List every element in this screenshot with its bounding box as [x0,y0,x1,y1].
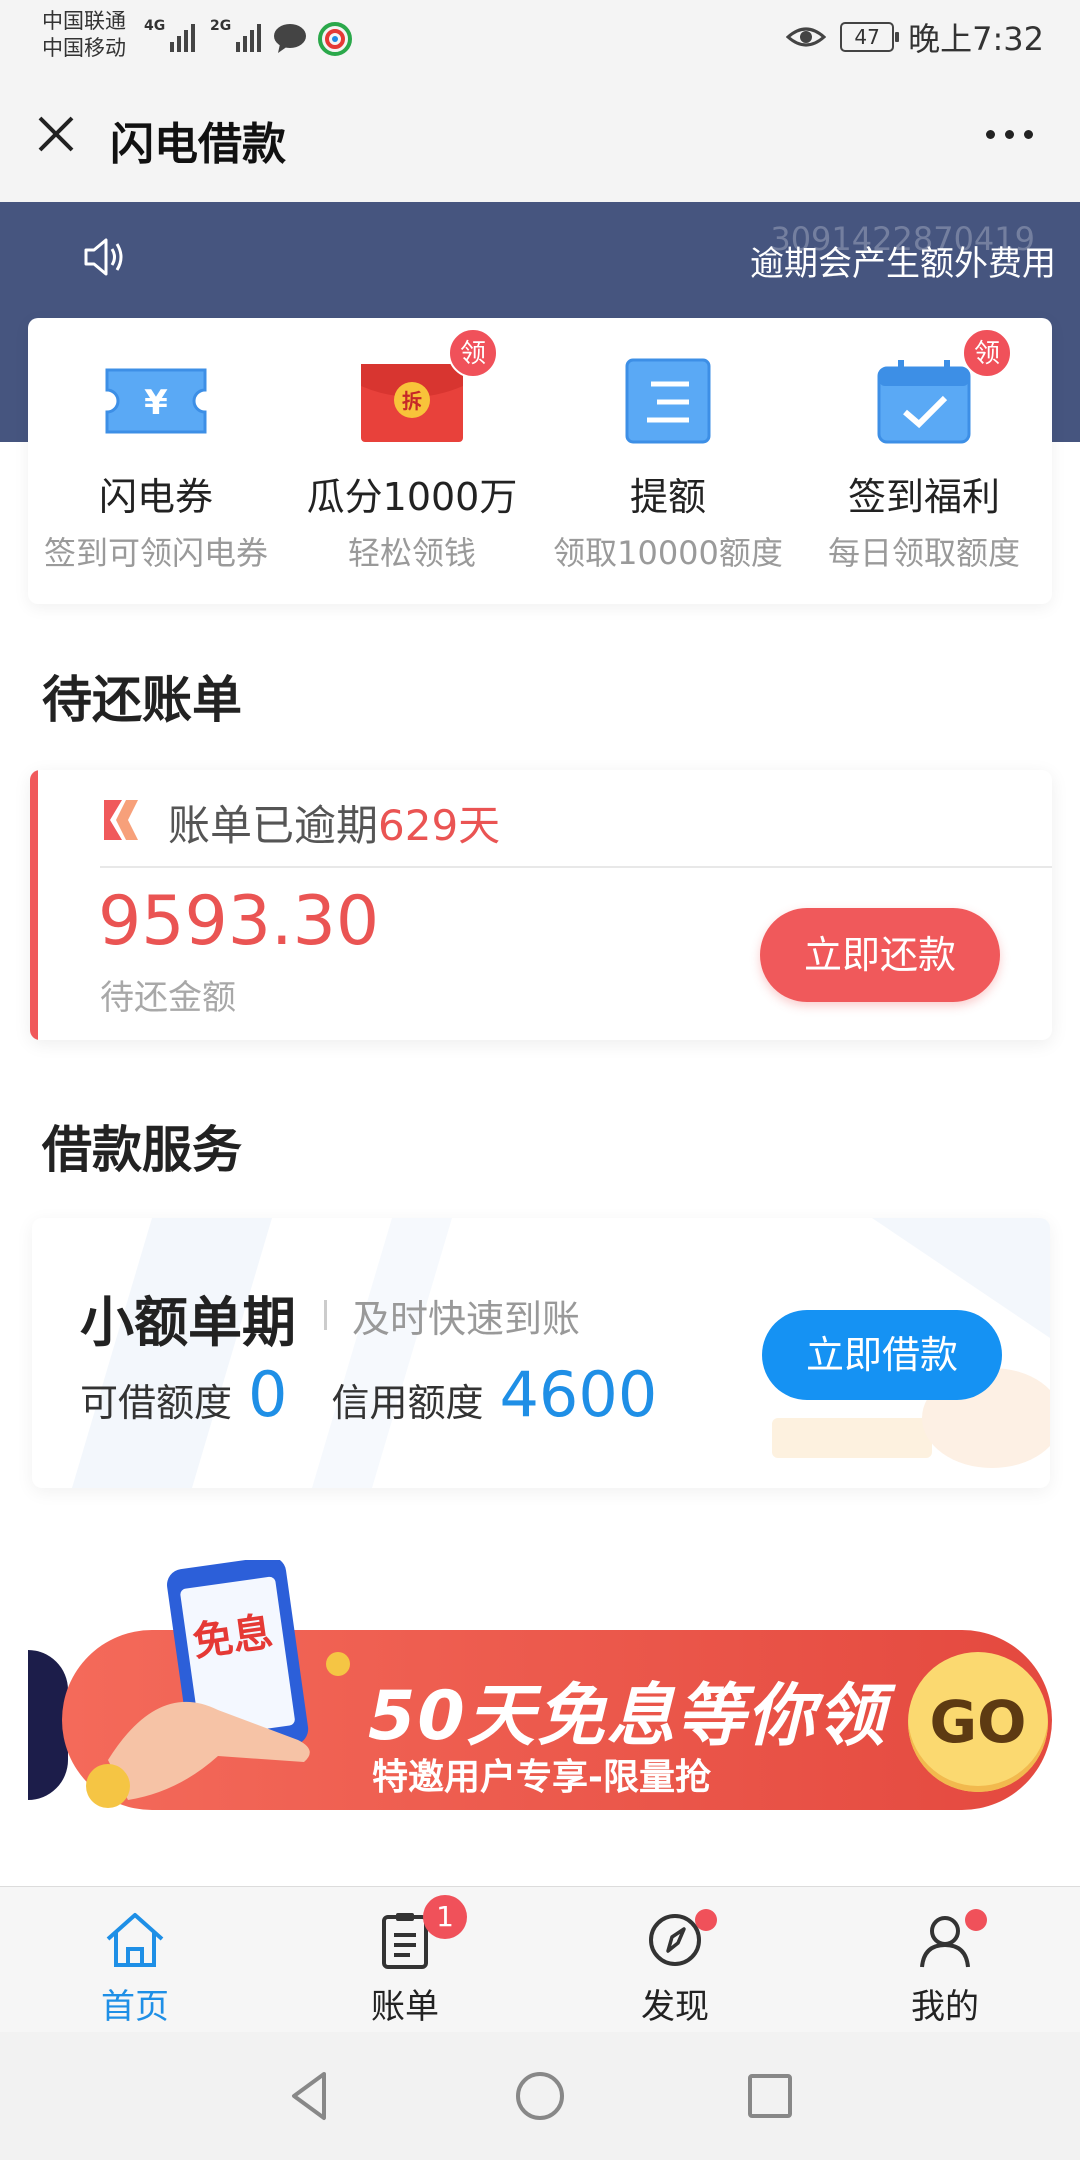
quick-entry-title: 提额 [629,475,706,519]
more-dot-icon [985,129,995,139]
ticket-icon: ¥ [105,368,207,434]
limits-row: 可借额度 0 信用额度 4600 [80,1358,657,1431]
svg-text:¥: ¥ [144,383,168,423]
due-amount: 9593.30 [98,882,380,961]
bill-status: 账单已逾期629天 [168,792,500,853]
claim-badge: 领 [448,328,498,378]
more-options-button[interactable] [974,104,1044,164]
quick-entry-share[interactable]: 拆 领 瓜分1000万 轻松领钱 [284,318,540,604]
close-icon[interactable] [26,104,86,164]
bill-card[interactable]: 账单已逾期629天 9593.30 待还金额 立即还款 [30,770,1052,1040]
tab-label: 发现 [641,1987,709,2027]
credit-limit-label: 信用额度 [331,1381,484,1425]
red-envelope-icon: 拆 [361,364,463,442]
page-title: 闪电借款 [110,119,286,170]
overdue-stripe [30,770,38,1040]
go-button[interactable]: GO [908,1652,1048,1792]
credit-limit-value: 4600 [499,1358,658,1431]
document-icon [625,358,711,444]
app-notification-icon [318,22,352,56]
tab-label: 账单 [371,1987,439,2027]
brand-logo-icon [104,800,138,840]
carrier-1: 中国联通 [42,9,126,33]
home-icon [106,1913,164,1967]
eye-icon [786,27,827,47]
quick-entry-subtitle: 每日领取额度 [827,534,1020,572]
battery-icon: 47 [840,22,900,52]
repay-now-button[interactable]: 立即还款 [760,908,1000,1002]
bottom-tab-bar: 首页 1 账单 发现 我的 [0,1886,1080,2032]
tab-bills[interactable]: 1 账单 [270,1887,540,2032]
quick-entry-title: 闪电券 [98,475,213,519]
quick-entry-coupon[interactable]: ¥ 闪电券 签到可领闪电券 [28,318,284,604]
quick-entry-subtitle: 领取10000额度 [553,534,783,572]
product-tag: 及时快速到账 [352,1297,581,1341]
separator [324,1300,327,1330]
tab-me[interactable]: 我的 [810,1887,1080,2032]
due-amount-label: 待还金额 [100,978,236,1018]
home-circle-icon[interactable] [510,2066,570,2126]
system-nav-bar [0,2032,1080,2160]
quick-entry-title: 签到福利 [847,475,1000,519]
quick-entry-subtitle: 轻松领钱 [347,534,476,572]
network-type-2: 2G [210,18,232,34]
network-type-1: 4G [144,18,166,34]
promo-banner[interactable]: 免息 50天免息等你领 特邀用户专享-限量抢 GO [28,1560,1052,1810]
banner-headline: 50天免息等你领 [368,1677,887,1756]
notice-text: 逾期会产生额外费用 [750,244,1056,284]
available-limit-value: 0 [248,1358,288,1431]
quick-entry-title: 瓜分1000万 [306,475,518,519]
claim-badge: 领 [962,328,1012,378]
tab-label: 首页 [101,1987,169,2027]
more-dot-icon [1023,129,1033,139]
signal-2-icon: 2G [210,18,262,52]
signal-1-icon: 4G [144,18,196,52]
divider [100,866,1052,868]
carrier-labels: 中国联通 中国移动 [42,8,126,62]
more-dot-icon [1004,129,1014,139]
chat-bubble-icon [274,24,306,53]
loan-service-title: 借款服务 [42,1121,242,1179]
available-limit-label: 可借额度 [80,1381,233,1425]
phone-hand-illustration: 免息 [86,1560,350,1808]
title-bar: 闪电借款 [0,74,1080,202]
loan-product-card[interactable]: 小额单期 及时快速到账 可借额度 0 信用额度 4600 立即借款 [32,1218,1050,1488]
quick-entry-raise-limit[interactable]: 提额 领取10000额度 [540,318,796,604]
carrier-2: 中国移动 [42,36,126,60]
me-dot-badge [965,1909,987,1931]
tab-home[interactable]: 首页 [0,1887,270,2032]
pending-bills-title: 待还账单 [42,671,242,729]
tab-label: 我的 [911,1987,979,2027]
quick-entry-checkin[interactable]: 领 签到福利 每日领取额度 [796,318,1052,604]
quick-entry-subtitle: 签到可领闪电券 [43,534,268,572]
envelope-text: 拆 [402,389,422,413]
banner-subline: 特邀用户专享-限量抢 [372,1757,711,1798]
bill-status-prefix: 账单已逾期 [168,801,379,850]
discover-dot-badge [695,1909,717,1931]
borrow-now-button[interactable]: 立即借款 [762,1310,1002,1400]
tab-discover[interactable]: 发现 [540,1887,810,2032]
bills-count-badge: 1 [423,1895,467,1939]
recents-square-icon[interactable] [740,2066,800,2126]
quick-entries-card: ¥ 闪电券 签到可领闪电券 拆 领 瓜分1000万 轻松领钱 提额 领取1000… [28,318,1052,604]
back-triangle-icon[interactable] [280,2066,340,2126]
status-bar: 中国联通 中国移动 4G 2G 47 晚上7:32 [0,0,1080,74]
product-name: 小额单期 [80,1291,296,1354]
speaker-icon [84,238,123,276]
overdue-days: 629天 [378,801,501,850]
calendar-check-icon [877,360,971,444]
clock: 晚上7:32 [908,20,1044,58]
